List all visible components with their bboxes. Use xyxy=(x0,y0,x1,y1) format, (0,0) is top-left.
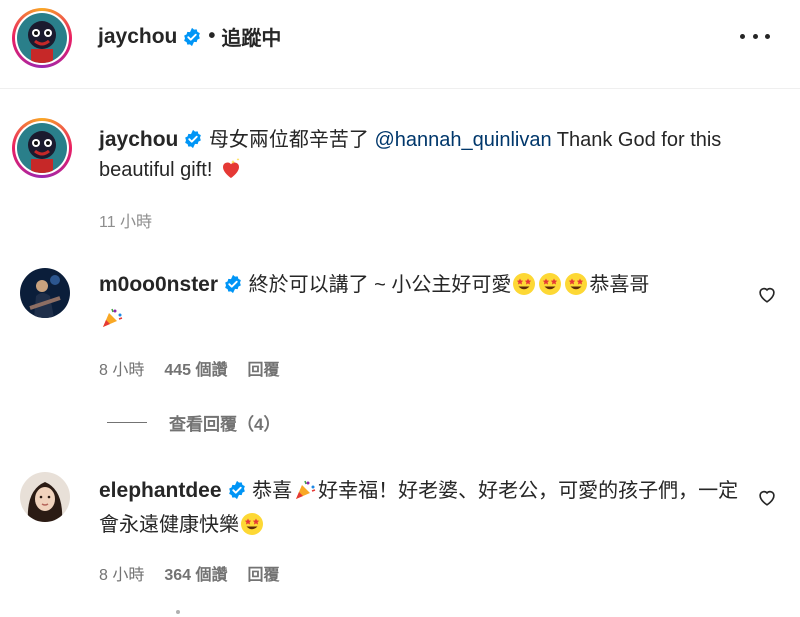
comment-1-meta: 8 小時 445 個讚 回覆 xyxy=(99,356,280,380)
view-replies-line xyxy=(107,422,147,423)
comment-2-text-start: 恭喜 xyxy=(246,480,293,502)
mention-link[interactable]: @hannah_quinlivan xyxy=(374,129,551,151)
commenter-avatar-elephantdee[interactable] xyxy=(20,472,70,522)
comment-1: m0oo0nster 終於可以講了 ~ 小公主好可愛 恭喜哥 xyxy=(99,268,739,336)
verified-badge-icon xyxy=(228,480,245,500)
comment-1-reply-button[interactable]: 回覆 xyxy=(248,356,280,380)
header-divider xyxy=(0,88,800,89)
comment-2: elephantdee 恭喜 好幸福！好老婆、好老公，可愛的孩子們，一定會永遠健… xyxy=(99,474,739,542)
comment-2-meta: 8 小時 364 個讚 回覆 xyxy=(99,561,280,585)
post-header: jaychou • 追蹤中 xyxy=(0,0,800,72)
more-options-icon[interactable] xyxy=(740,24,770,48)
party-popper-emoji xyxy=(103,308,123,327)
separator-dot: • xyxy=(208,25,216,47)
caption-username[interactable]: jaychou xyxy=(99,128,178,151)
comment-1-username[interactable]: m0oo0nster xyxy=(99,273,218,296)
author-avatar[interactable] xyxy=(17,13,67,63)
caption-avatar[interactable] xyxy=(17,123,67,173)
comment-1-time[interactable]: 8 小時 xyxy=(99,356,144,380)
star-struck-emoji xyxy=(513,273,536,295)
verified-badge-icon xyxy=(185,129,202,149)
party-popper-emoji xyxy=(296,480,316,499)
verified-badge-icon xyxy=(184,27,201,46)
view-replies-button[interactable]: 查看回覆（4） xyxy=(107,410,280,435)
comment-1-text: 終於可以講了 ~ 小公主好可愛 xyxy=(243,274,512,296)
sparkling-heart-emoji xyxy=(222,158,240,178)
comment-1-likes[interactable]: 445 個讚 xyxy=(164,356,227,380)
heart-outline-icon[interactable] xyxy=(756,283,778,305)
scroll-indicator xyxy=(176,610,180,614)
following-button[interactable]: 追蹤中 xyxy=(221,22,281,51)
view-replies-label[interactable]: 查看回覆（4） xyxy=(169,410,280,435)
caption: jaychou 母女兩位都辛苦了 @hannah_quinlivan Thank… xyxy=(99,125,779,185)
caption-avatar-ring[interactable] xyxy=(12,118,72,178)
caption-time[interactable]: 11 小時 xyxy=(99,208,152,232)
comment-2-reply-button[interactable]: 回覆 xyxy=(248,561,280,585)
star-struck-emoji xyxy=(241,513,263,535)
star-struck-emoji xyxy=(565,273,588,295)
comment-2-username[interactable]: elephantdee xyxy=(99,479,222,502)
header-username[interactable]: jaychou xyxy=(98,25,177,49)
comment-2-likes[interactable]: 364 個讚 xyxy=(164,561,227,585)
comment-2-time[interactable]: 8 小時 xyxy=(99,561,144,585)
comment-1-text-end: 恭喜哥 xyxy=(589,274,650,296)
verified-badge-icon xyxy=(225,274,241,294)
commenter-avatar-m0oo0nster[interactable] xyxy=(20,268,70,318)
heart-outline-icon[interactable] xyxy=(756,486,778,508)
author-avatar-ring[interactable] xyxy=(12,8,72,68)
caption-text-before: 母女兩位都辛苦了 xyxy=(203,129,375,151)
star-struck-emoji xyxy=(539,273,562,295)
